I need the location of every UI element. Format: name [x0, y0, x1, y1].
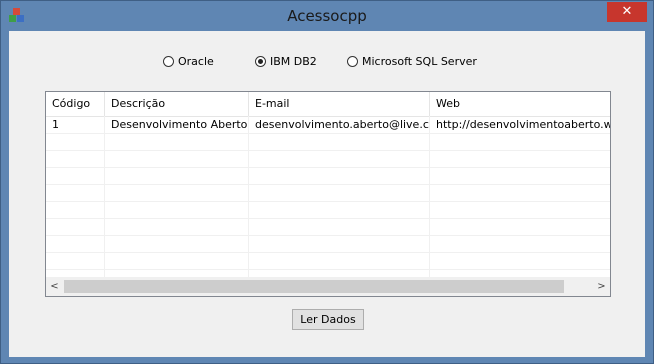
- column-divider: [104, 116, 105, 278]
- horizontal-scrollbar[interactable]: < >: [46, 277, 610, 296]
- window-title: Acessocpp: [287, 7, 367, 25]
- radio-sql-server-label: Microsoft SQL Server: [362, 55, 477, 68]
- empty-row: [46, 133, 610, 151]
- cell-email[interactable]: desenvolvimento.aberto@live.com: [249, 116, 430, 133]
- cell-descricao[interactable]: Desenvolvimento Aberto: [105, 116, 249, 133]
- radio-ibm-db2-label: IBM DB2: [270, 55, 317, 68]
- cell-web[interactable]: http://desenvolvimentoaberto.wordpress.c…: [430, 116, 610, 133]
- empty-row: [46, 235, 610, 253]
- data-grid[interactable]: Código Descrição E-mail Web 1 Desenvolvi…: [45, 91, 611, 297]
- empty-row: [46, 252, 610, 270]
- radio-oracle-label: Oracle: [178, 55, 214, 68]
- title-bar[interactable]: Acessocpp ✕: [1, 1, 653, 31]
- scrollbar-thumb[interactable]: [64, 280, 564, 293]
- empty-row: [46, 201, 610, 219]
- ler-dados-button[interactable]: Ler Dados: [292, 309, 364, 330]
- column-header-codigo[interactable]: Código: [46, 92, 105, 116]
- grid-header: Código Descrição E-mail Web: [46, 92, 610, 117]
- column-header-web[interactable]: Web: [430, 92, 610, 116]
- radio-ibm-db2-indicator[interactable]: [255, 56, 266, 67]
- radio-sql-server-indicator[interactable]: [347, 56, 358, 67]
- radio-oracle-indicator[interactable]: [163, 56, 174, 67]
- radio-sql-server[interactable]: Microsoft SQL Server: [347, 55, 477, 68]
- radio-oracle[interactable]: Oracle: [163, 55, 214, 68]
- form-client-area: Oracle IBM DB2 Microsoft SQL Server Códi…: [9, 31, 645, 357]
- empty-row: [46, 218, 610, 236]
- empty-row: [46, 167, 610, 185]
- radio-ibm-db2[interactable]: IBM DB2: [255, 55, 317, 68]
- app-window: Acessocpp ✕ Oracle IBM DB2 Microsoft SQL…: [0, 0, 654, 364]
- empty-row: [46, 184, 610, 202]
- column-divider: [429, 116, 430, 278]
- column-header-descricao[interactable]: Descrição: [105, 92, 249, 116]
- empty-row: [46, 150, 610, 168]
- column-header-email[interactable]: E-mail: [249, 92, 430, 116]
- cell-codigo[interactable]: 1: [46, 116, 105, 133]
- table-row[interactable]: 1 Desenvolvimento Aberto desenvolvimento…: [46, 116, 610, 134]
- grid-viewport: Código Descrição E-mail Web 1 Desenvolvi…: [46, 92, 610, 278]
- close-button[interactable]: ✕: [607, 2, 647, 22]
- column-divider: [248, 116, 249, 278]
- scroll-right-icon[interactable]: >: [593, 278, 610, 296]
- scroll-left-icon[interactable]: <: [46, 278, 63, 296]
